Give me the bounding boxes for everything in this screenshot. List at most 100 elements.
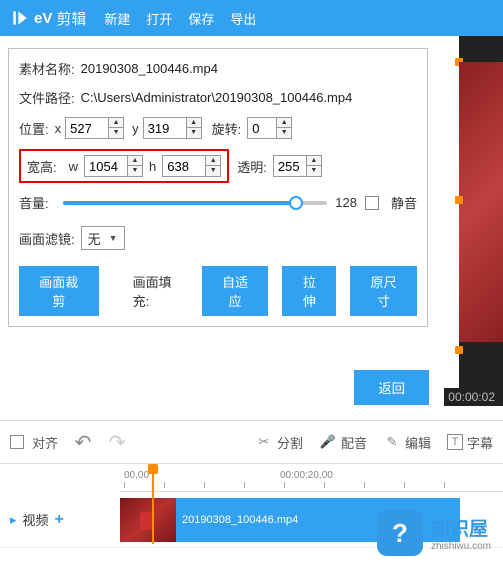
row-buttons: 画面裁剪 画面填充: 自适应 拉伸 原尺寸	[19, 266, 417, 316]
ruler-tick-label: 00:00:20,00	[280, 470, 333, 481]
slider-thumb[interactable]	[289, 196, 303, 210]
play-icon	[10, 8, 30, 28]
up-arrow-icon[interactable]: ▲	[109, 118, 123, 128]
scissors-icon: ✂	[255, 433, 273, 451]
text-icon: T	[447, 434, 463, 450]
mute-label: 静音	[391, 193, 417, 212]
down-arrow-icon[interactable]: ▼	[128, 166, 142, 176]
app-name: 剪辑	[56, 8, 86, 29]
row-path: 文件路径: C:\Users\Administrator\20190308_10…	[19, 88, 417, 107]
playhead[interactable]	[148, 464, 158, 544]
timecode: 00:00:02	[444, 388, 499, 406]
y-spinner[interactable]: ▲▼	[143, 117, 202, 139]
h-input[interactable]	[163, 156, 205, 176]
up-arrow-icon[interactable]: ▲	[128, 156, 142, 166]
undo-icon[interactable]: ↶	[74, 433, 92, 451]
handle-icon[interactable]	[455, 196, 463, 204]
crop-button[interactable]: 画面裁剪	[19, 266, 99, 316]
path-value: C:\Users\Administrator\20190308_100446.m…	[81, 90, 353, 105]
down-arrow-icon[interactable]: ▼	[206, 166, 220, 176]
watermark-icon: ?	[377, 510, 423, 556]
fit-button[interactable]: 自适应	[202, 266, 269, 316]
name-label: 素材名称:	[19, 59, 75, 78]
play-icon: ▸	[10, 512, 17, 528]
opacity-input[interactable]	[274, 156, 306, 176]
menu-open[interactable]: 打开	[146, 9, 172, 28]
y-input[interactable]	[144, 118, 186, 138]
h-label: h	[149, 159, 156, 174]
chevron-down-icon: ▼	[109, 233, 118, 243]
edit-button[interactable]: ✎编辑	[383, 433, 431, 452]
app-header: eV 剪辑 新建 打开 保存 导出	[0, 0, 503, 36]
down-arrow-icon[interactable]: ▼	[277, 128, 291, 138]
volume-slider[interactable]	[63, 201, 328, 205]
y-label: y	[132, 121, 139, 136]
w-label: w	[69, 159, 78, 174]
h-spinner[interactable]: ▲▼	[162, 155, 221, 177]
x-input[interactable]	[66, 118, 108, 138]
opacity-spinner[interactable]: ▲▼	[273, 155, 322, 177]
time-ruler[interactable]: 00,00 00:00:20,00	[120, 464, 503, 492]
size-highlight-box: 宽高: w ▲▼ h ▲▼	[19, 149, 229, 183]
x-spinner[interactable]: ▲▼	[65, 117, 124, 139]
handle-icon[interactable]	[455, 346, 463, 354]
preview-pane	[459, 36, 503, 406]
subtitle-button[interactable]: T字幕	[447, 433, 493, 452]
row-size: 宽高: w ▲▼ h ▲▼ 透明: ▲▼	[19, 149, 417, 183]
add-icon[interactable]: +	[55, 511, 64, 529]
logo-ev: eV	[34, 10, 52, 27]
filter-select[interactable]: 无 ▼	[81, 226, 125, 250]
align-checkbox[interactable]	[10, 435, 24, 449]
down-arrow-icon[interactable]: ▼	[109, 128, 123, 138]
original-button[interactable]: 原尺寸	[350, 266, 417, 316]
pos-label: 位置:	[19, 119, 49, 138]
watermark: ? 知识屋 zhishiwu.com	[377, 510, 491, 556]
row-volume: 音量: 128 静音	[19, 193, 417, 212]
up-arrow-icon[interactable]: ▲	[307, 156, 321, 166]
up-arrow-icon[interactable]: ▲	[187, 118, 201, 128]
track-label: 视频	[23, 510, 49, 529]
watermark-text: 知识屋 zhishiwu.com	[431, 514, 491, 552]
track-header: ▸ 视频 +	[0, 510, 120, 529]
split-button[interactable]: ✂分割	[255, 433, 303, 452]
rotate-label: 旋转:	[212, 119, 242, 138]
stretch-button[interactable]: 拉伸	[282, 266, 336, 316]
down-arrow-icon[interactable]: ▼	[307, 166, 321, 176]
filter-value: 无	[88, 229, 101, 248]
up-arrow-icon[interactable]: ▲	[277, 118, 291, 128]
rotate-spinner[interactable]: ▲▼	[247, 117, 292, 139]
volume-label: 音量:	[19, 193, 49, 212]
up-arrow-icon[interactable]: ▲	[206, 156, 220, 166]
app-logo: eV 剪辑	[10, 8, 86, 29]
menu-new[interactable]: 新建	[104, 9, 130, 28]
menu-save[interactable]: 保存	[188, 9, 214, 28]
name-value: 20190308_100446.mp4	[81, 61, 218, 76]
menu-export[interactable]: 导出	[230, 9, 256, 28]
pencil-icon: ✎	[383, 433, 401, 451]
volume-value: 128	[335, 195, 357, 210]
properties-panel: 素材名称: 20190308_100446.mp4 文件路径: C:\Users…	[8, 48, 428, 327]
row-filter: 画面滤镜: 无 ▼	[19, 226, 417, 250]
align-toggle[interactable]: 对齐	[10, 433, 58, 452]
row-name: 素材名称: 20190308_100446.mp4	[19, 59, 417, 78]
fill-label: 画面填充:	[133, 272, 188, 310]
row-position: 位置: x ▲▼ y ▲▼ 旋转: ▲▼	[19, 117, 417, 139]
ruler-tick-label: 00,00	[124, 470, 149, 481]
preview-image	[459, 62, 503, 342]
rotate-input[interactable]	[248, 118, 276, 138]
dub-button[interactable]: 🎤配音	[319, 433, 367, 452]
w-input[interactable]	[85, 156, 127, 176]
opacity-label: 透明:	[237, 157, 267, 176]
redo-icon[interactable]: ↷	[108, 433, 126, 451]
clip-name: 20190308_100446.mp4	[182, 514, 298, 526]
mute-checkbox[interactable]	[365, 196, 379, 210]
timeline-toolbar: 对齐 ↶ ↷ ✂分割 🎤配音 ✎编辑 T字幕	[0, 420, 503, 464]
down-arrow-icon[interactable]: ▼	[187, 128, 201, 138]
return-button[interactable]: 返回	[354, 370, 429, 405]
path-label: 文件路径:	[19, 88, 75, 107]
w-spinner[interactable]: ▲▼	[84, 155, 143, 177]
size-label: 宽高:	[27, 157, 57, 176]
x-label: x	[55, 121, 62, 136]
mic-icon: 🎤	[319, 433, 337, 451]
filter-label: 画面滤镜:	[19, 229, 75, 248]
